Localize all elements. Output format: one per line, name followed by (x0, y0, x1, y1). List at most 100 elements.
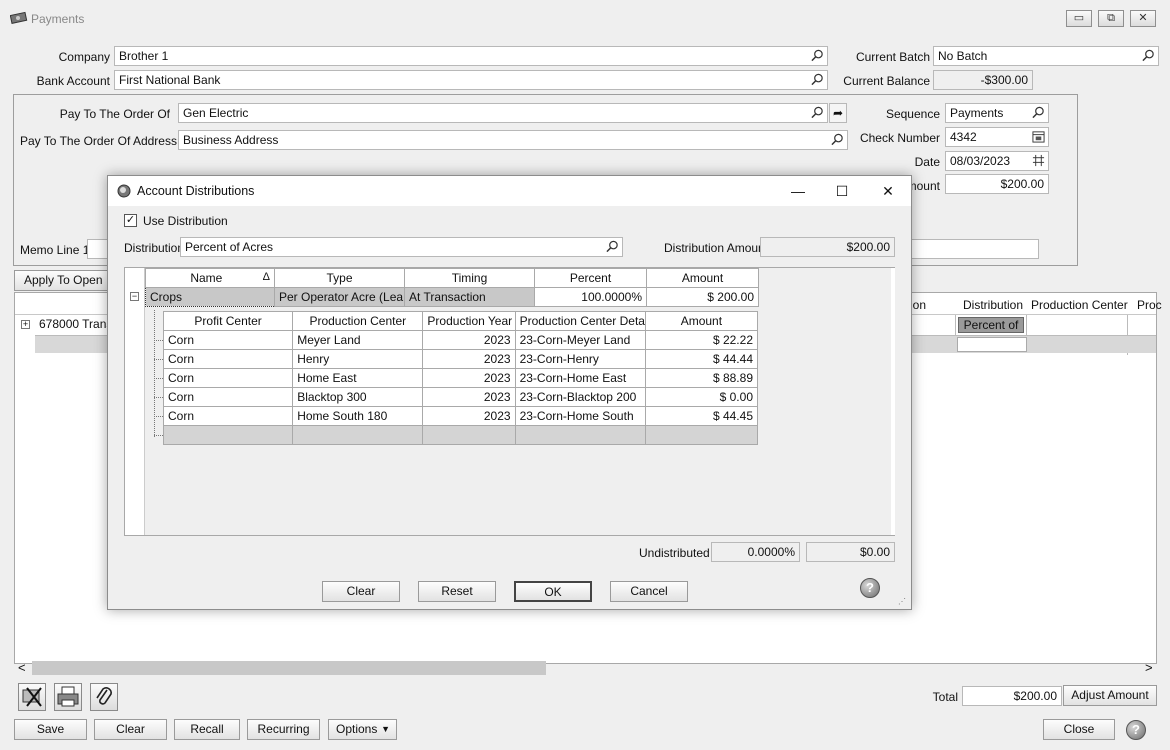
search-icon[interactable] (606, 240, 619, 253)
grid-new-row-cell[interactable] (957, 337, 1027, 352)
child-row[interactable]: Corn Home South 180 2023 23-Corn-Home South… (162, 406, 759, 426)
scrollbar-thumb[interactable] (32, 661, 546, 675)
child-profit-center[interactable]: Corn (162, 368, 294, 388)
options-button[interactable]: Options ▼ (328, 719, 397, 740)
resize-grip-icon[interactable]: ⋰ (898, 597, 908, 607)
attachment-button[interactable] (90, 683, 118, 711)
child-production-center-detail[interactable]: 23-Corn-Home South (514, 406, 646, 426)
recurring-button[interactable]: Recurring (247, 719, 320, 740)
child-production-center-detail[interactable]: 23-Corn-Home East (514, 368, 646, 388)
amount-field[interactable]: $200.00 (945, 174, 1049, 194)
dialog-reset-button[interactable]: Reset (418, 581, 496, 602)
col-production-center-detail[interactable]: Production Center Detail (514, 311, 646, 331)
parent-row[interactable]: Crops Per Operator Acre (Lea At Transact… (145, 287, 759, 307)
col-percent[interactable]: Percent (534, 268, 647, 288)
col-type[interactable]: Type (274, 268, 405, 288)
col-production-center[interactable]: Production Center (292, 311, 424, 331)
child-amount[interactable]: $ 88.89 (644, 368, 759, 388)
pay-to-field[interactable]: Gen Electric (178, 103, 828, 123)
parent-percent[interactable]: 100.0000% (534, 287, 647, 307)
print-button[interactable] (54, 683, 82, 711)
child-production-center[interactable]: Blacktop 300 (292, 387, 424, 407)
dialog-ok-button[interactable]: OK (514, 581, 592, 602)
dialog-close-button[interactable]: ✕ (873, 181, 903, 201)
col-timing[interactable]: Timing (404, 268, 535, 288)
apply-to-open-invoices-button[interactable]: Apply To Open In (14, 270, 116, 291)
child-new-row-cell[interactable] (644, 425, 759, 445)
child-row[interactable]: Corn Henry 2023 23-Corn-Henry $ 44.44 (162, 349, 759, 369)
distribution-cell-value[interactable]: Percent of (958, 317, 1024, 333)
minimize-button[interactable]: ▭ (1066, 10, 1092, 27)
child-new-row-cell[interactable] (422, 425, 516, 445)
col-name[interactable]: Name Δ (145, 268, 275, 288)
dialog-minimize-button[interactable]: — (783, 181, 813, 201)
child-production-year[interactable]: 2023 (422, 349, 516, 369)
scroll-left-arrow[interactable]: < (18, 660, 26, 675)
child-amount[interactable]: $ 44.45 (644, 406, 759, 426)
child-profit-center[interactable]: Corn (162, 387, 294, 407)
recall-button[interactable]: Recall (174, 719, 240, 740)
checkbox-checked-icon[interactable]: ✓ (124, 214, 137, 227)
help-icon[interactable]: ? (860, 578, 880, 598)
parent-timing[interactable]: At Transaction (404, 287, 535, 307)
grid-col-production-center[interactable]: Production Center (1031, 298, 1128, 312)
child-profit-center[interactable]: Corn (162, 406, 294, 426)
child-production-center-detail[interactable]: 23-Corn-Meyer Land (514, 330, 646, 350)
distribution-field[interactable]: Percent of Acres (180, 237, 623, 257)
child-production-center[interactable]: Home East (292, 368, 424, 388)
save-button[interactable]: Save (14, 719, 87, 740)
search-icon[interactable] (1142, 49, 1155, 62)
restore-button[interactable]: ⧉ (1098, 10, 1124, 27)
address-field[interactable]: Business Address (178, 130, 848, 150)
calendar-icon[interactable] (1032, 130, 1045, 143)
child-amount[interactable]: $ 0.00 (644, 387, 759, 407)
child-production-center[interactable]: Henry (292, 349, 424, 369)
col-production-year[interactable]: Production Year (422, 311, 516, 331)
child-production-center[interactable]: Home South 180 (292, 406, 424, 426)
adjust-amount-button[interactable]: Adjust Amount (1063, 685, 1157, 706)
child-production-center-detail[interactable]: 23-Corn-Henry (514, 349, 646, 369)
child-production-year[interactable]: 2023 (422, 368, 516, 388)
child-row[interactable]: Corn Home East 2023 23-Corn-Home East $ 88.8… (162, 368, 759, 388)
col-amount[interactable]: Amount (646, 268, 759, 288)
current-batch-field[interactable]: No Batch (933, 46, 1159, 66)
col-profit-center[interactable]: Profit Center (162, 311, 294, 331)
dialog-cancel-button[interactable]: Cancel (610, 581, 688, 602)
memo-field-right[interactable] (905, 239, 1039, 259)
child-production-year[interactable]: 2023 (422, 406, 516, 426)
grid-cell-distribution[interactable]: Percent of (955, 315, 1027, 335)
grid-row-transaction[interactable]: 678000 Trans (39, 317, 112, 331)
child-profit-center[interactable]: Corn (162, 330, 294, 350)
goto-icon[interactable]: ➦ (829, 103, 847, 123)
child-new-row-cell[interactable] (292, 425, 424, 445)
child-new-row-cell[interactable] (514, 425, 646, 445)
parent-amount[interactable]: $ 200.00 (646, 287, 759, 307)
date-field[interactable]: 08/03/2023 (945, 151, 1049, 171)
parent-name[interactable]: Crops (145, 287, 275, 307)
collapse-icon[interactable]: − (130, 292, 139, 301)
child-row[interactable]: Corn Blacktop 300 2023 23-Corn-Blacktop 200… (162, 387, 759, 407)
close-window-button[interactable]: ✕ (1130, 10, 1156, 27)
child-new-row-cell[interactable] (162, 425, 294, 445)
search-icon[interactable] (811, 106, 824, 119)
child-amount[interactable]: $ 44.44 (644, 349, 759, 369)
parent-type[interactable]: Per Operator Acre (Lea (274, 287, 405, 307)
child-production-center[interactable]: Meyer Land (292, 330, 424, 350)
check-number-field[interactable]: 4342 (945, 127, 1049, 147)
search-icon[interactable] (1032, 106, 1045, 119)
child-production-year[interactable]: 2023 (422, 387, 516, 407)
expand-icon[interactable]: + (21, 320, 30, 329)
child-production-year[interactable]: 2023 (422, 330, 516, 350)
search-icon[interactable] (811, 49, 824, 62)
child-amount[interactable]: $ 22.22 (644, 330, 759, 350)
grid-col-distribution[interactable]: Distribution (963, 298, 1023, 312)
col-child-amount[interactable]: Amount (644, 311, 759, 331)
clear-button[interactable]: Clear (94, 719, 167, 740)
close-button[interactable]: Close (1043, 719, 1115, 740)
search-icon[interactable] (831, 133, 844, 146)
date-picker-icon[interactable] (1032, 154, 1045, 167)
dialog-maximize-button[interactable]: ☐ (827, 181, 857, 201)
child-production-center-detail[interactable]: 23-Corn-Blacktop 200 (514, 387, 646, 407)
search-icon[interactable] (811, 73, 824, 86)
child-profit-center[interactable]: Corn (162, 349, 294, 369)
